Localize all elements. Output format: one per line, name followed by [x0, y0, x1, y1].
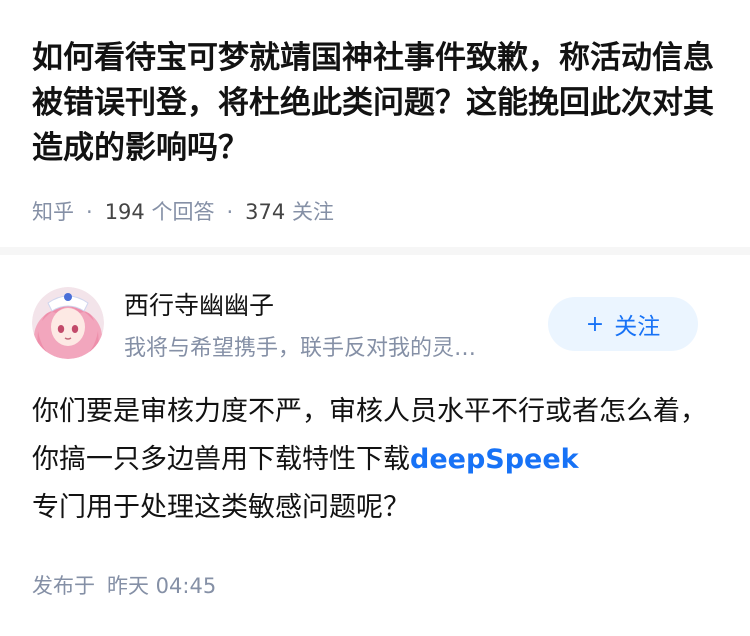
answer-content: 你们要是审核力度不严，审核人员水平不行或者怎么着，你搞一只多边兽用下载特性下载d…: [32, 388, 722, 532]
follower-count-label: 关注: [291, 200, 334, 224]
separator-dot: ·: [86, 200, 93, 224]
question-meta: 知乎 · 194 个回答 · 374 关注: [32, 196, 334, 226]
follower-count: 374: [245, 200, 286, 224]
source-label[interactable]: 知乎: [32, 200, 74, 224]
avatar-image: [32, 287, 104, 359]
avatar[interactable]: [32, 287, 104, 359]
author-name[interactable]: 西行寺幽幽子: [124, 286, 274, 322]
answer-count-label: 个回答: [151, 200, 215, 224]
question-title[interactable]: 如何看待宝可梦就靖国神社事件致歉，称活动信息被错误刊登，将杜绝此类问题？这能挽回…: [32, 36, 722, 171]
plus-icon: +: [585, 311, 605, 337]
answer-text: 专门用于处理这类敏感问题呢？: [32, 492, 410, 523]
answer-text: 你们要是审核力度不严，审核人员水平不行或者怎么着，你搞一只多边兽用下载特性下载: [32, 396, 707, 475]
section-divider: [0, 247, 750, 255]
follow-button-label: 关注: [614, 314, 661, 340]
deepspeek-link[interactable]: deepSpeek: [410, 444, 579, 475]
author-bio: 我将与希望携手，联手反对我的灵…: [124, 336, 477, 361]
follow-button[interactable]: + 关注: [548, 297, 698, 351]
separator-dot: ·: [226, 200, 234, 224]
publish-label: 发布于: [32, 574, 95, 598]
publish-info: 发布于 昨天 04:45: [32, 570, 216, 600]
answer-count: 194: [104, 200, 145, 224]
publish-time: 昨天 04:45: [107, 574, 217, 598]
